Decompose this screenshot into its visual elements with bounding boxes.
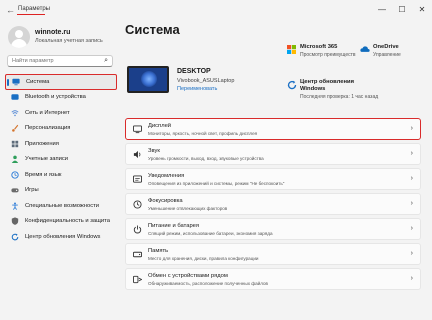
card-title: Звук xyxy=(148,148,160,154)
card-title: Фокусировка xyxy=(148,198,183,204)
m365-title: Microsoft 365 xyxy=(300,44,338,50)
sidebar-item-label: Сеть и Интернет xyxy=(25,109,70,116)
minimize-icon[interactable]: — xyxy=(378,5,386,14)
sidebar-item-label: Учетные записи xyxy=(25,156,68,163)
window-title: Параметры xyxy=(18,6,50,12)
title-underline xyxy=(17,14,45,15)
chevron-right-icon: › xyxy=(410,250,413,257)
card-subtitle: Уровень громкости, выход, вход, звуковые… xyxy=(148,156,264,161)
shield-icon xyxy=(11,217,19,226)
settings-card-notifications[interactable]: Уведомления Оповещения из приложений и с… xyxy=(125,168,421,190)
sidebar-item-time-language[interactable]: Время и язык xyxy=(5,167,117,183)
microsoft-365-icon xyxy=(287,45,296,54)
sidebar-item-label: Специальные возможности xyxy=(25,202,100,209)
settings-list: Дисплей Мониторы, яркость, ночной свет, … xyxy=(125,118,421,293)
search-box: ⌕ xyxy=(7,55,113,67)
device-name: DESKTOP xyxy=(177,68,211,75)
apps-icon xyxy=(11,140,19,147)
sidebar-item-label: Конфиденциальность и защита xyxy=(25,218,110,225)
onedrive-icon xyxy=(360,46,370,52)
device-model: Vivobook_ASUSLaptop xyxy=(177,78,235,84)
sidebar-item-bluetooth[interactable]: Bluetooth и устройства xyxy=(5,90,117,106)
bluetooth-icon xyxy=(11,94,19,101)
time-language-icon xyxy=(11,171,19,179)
card-subtitle: Место для хранения, диски, правила конфи… xyxy=(148,256,259,261)
network-icon xyxy=(11,109,19,116)
sidebar-item-privacy[interactable]: Конфиденциальность и защита xyxy=(5,214,117,230)
card-subtitle: Мониторы, яркость, ночной свет, профиль … xyxy=(148,131,258,136)
system-icon xyxy=(12,78,20,85)
card-subtitle: Уменьшение отвлекающих факторов xyxy=(148,206,228,211)
title-bar: ← Параметры — ☐ ✕ xyxy=(0,0,432,20)
update-subtitle: Последняя проверка: 1 час назад xyxy=(300,94,379,100)
sidebar-item-label: Персонализация xyxy=(25,125,71,132)
update-title: Центр обновления Windows xyxy=(300,79,354,92)
sidebar-item-label: Приложения xyxy=(25,140,59,147)
card-subtitle: Оповещения из приложений и системы, режи… xyxy=(148,181,285,186)
focus-icon xyxy=(133,200,142,209)
settings-card-display[interactable]: Дисплей Мониторы, яркость, ночной свет, … xyxy=(125,118,421,140)
onedrive-subtitle: Управление xyxy=(373,52,401,58)
sidebar-item-label: Центр обновления Windows xyxy=(25,233,101,240)
nearby-sharing-icon xyxy=(133,275,142,284)
update-icon xyxy=(11,233,19,241)
card-title: Питание и батарея xyxy=(148,223,200,229)
back-arrow-icon[interactable]: ← xyxy=(6,5,15,15)
page-title: Система xyxy=(125,22,180,37)
settings-card-power[interactable]: Питание и батарея Спящий режим, использо… xyxy=(125,218,421,240)
sidebar-item-label: Bluetooth и устройства xyxy=(25,94,86,101)
sidebar-nav: Система Bluetooth и устройства Сеть и Ин… xyxy=(5,74,117,245)
settings-card-storage[interactable]: Память Место для хранения, диски, правил… xyxy=(125,243,421,265)
sidebar-item-accessibility[interactable]: Специальные возможности xyxy=(5,198,117,214)
accessibility-icon xyxy=(12,202,18,210)
card-title: Обмен с устройствами рядом xyxy=(148,273,228,279)
search-input[interactable] xyxy=(12,57,96,65)
sidebar-item-label: Время и язык xyxy=(25,171,62,178)
card-title: Память xyxy=(148,248,169,254)
card-subtitle: Обнаруживаемость, расположение полученны… xyxy=(148,281,268,286)
settings-card-nearby-sharing[interactable]: Обмен с устройствами рядом Обнаруживаемо… xyxy=(125,268,421,290)
card-title: Уведомления xyxy=(148,173,185,179)
chevron-right-icon: › xyxy=(410,200,413,207)
settings-card-focus[interactable]: Фокусировка Уменьшение отвлекающих факто… xyxy=(125,193,421,215)
sidebar-item-network[interactable]: Сеть и Интернет xyxy=(5,105,117,121)
settings-card-sound[interactable]: Звук Уровень громкости, выход, вход, зву… xyxy=(125,143,421,165)
onedrive-title: OneDrive xyxy=(373,44,399,50)
avatar xyxy=(8,26,30,48)
chevron-right-icon: › xyxy=(410,125,413,132)
sidebar-item-system[interactable]: Система xyxy=(5,74,117,90)
profile-account-type: Локальная учетная запись xyxy=(35,38,103,44)
chevron-right-icon: › xyxy=(410,150,413,157)
card-title: Дисплей xyxy=(148,123,172,129)
brush-icon xyxy=(12,125,19,132)
games-icon xyxy=(11,188,19,193)
m365-subtitle: Просмотр преимуществ xyxy=(300,52,356,58)
maximize-icon[interactable]: ☐ xyxy=(398,5,406,14)
sound-icon xyxy=(133,150,141,159)
profile-name: winnote.ru xyxy=(35,29,71,36)
window-controls: — ☐ ✕ xyxy=(378,5,426,14)
sidebar-item-label: Система xyxy=(26,78,50,85)
chevron-right-icon: › xyxy=(410,175,413,182)
search-icon[interactable]: ⌕ xyxy=(104,57,108,65)
sidebar-item-windows-update[interactable]: Центр обновления Windows xyxy=(5,229,117,245)
display-icon xyxy=(133,125,142,134)
rename-link[interactable]: Переименовать xyxy=(177,86,217,92)
accounts-icon xyxy=(11,155,19,164)
chevron-right-icon: › xyxy=(410,225,413,232)
chevron-right-icon: › xyxy=(410,275,413,282)
card-subtitle: Спящий режим, использование батареи, эко… xyxy=(148,231,273,236)
sidebar-item-personalization[interactable]: Персонализация xyxy=(5,121,117,137)
sidebar-item-apps[interactable]: Приложения xyxy=(5,136,117,152)
close-icon[interactable]: ✕ xyxy=(418,5,426,14)
sidebar-item-accounts[interactable]: Учетные записи xyxy=(5,152,117,168)
sidebar-item-label: Игры xyxy=(25,187,39,194)
sidebar-item-games[interactable]: Игры xyxy=(5,183,117,199)
update-icon xyxy=(287,80,297,90)
storage-icon xyxy=(133,251,142,258)
device-thumbnail xyxy=(127,66,169,93)
power-icon xyxy=(133,225,142,234)
notifications-icon xyxy=(133,175,142,183)
